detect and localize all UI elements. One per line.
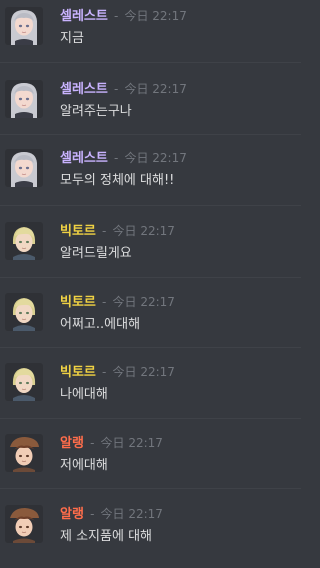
message-text: 제 소지품에 대해 (60, 529, 152, 544)
message-item: 알랭 - 今日 22:17 저에대해 (0, 427, 301, 497)
author-name[interactable]: 빅토르 (60, 365, 96, 380)
header-separator: - (113, 9, 119, 23)
header-separator: - (113, 151, 119, 165)
message-header: 셀레스트 - 今日 22:17 (60, 8, 187, 25)
message-text: 알려주는구나 (60, 104, 132, 119)
message-text: 저에대해 (60, 458, 108, 473)
celeste-avatar[interactable] (5, 149, 43, 187)
victor-avatar-icon (5, 363, 43, 401)
celeste-avatar[interactable] (5, 7, 43, 45)
alang-avatar[interactable] (5, 434, 43, 472)
message-item: 빅토르 - 今日 22:17 나에대해 (0, 356, 301, 426)
divider (0, 134, 301, 135)
message-item: 셀레스트 - 今日 22:17 지금 (0, 0, 301, 70)
header-separator: - (102, 365, 107, 379)
timestamp: 今日 22:17 (124, 9, 187, 23)
header-separator: - (102, 224, 107, 238)
message-text: 지금 (60, 31, 84, 46)
message-header: 빅토르 - 今日 22:17 (60, 294, 175, 311)
message-header: 빅토르 - 今日 22:17 (60, 364, 175, 381)
victor-avatar[interactable] (5, 293, 43, 331)
alang-avatar-icon (5, 505, 43, 543)
timestamp: 今日 22:17 (100, 436, 163, 450)
author-name[interactable]: 빅토르 (60, 295, 96, 310)
message-header: 셀레스트 - 今日 22:17 (60, 150, 187, 167)
divider (0, 205, 301, 206)
message-header: 빅토르 - 今日 22:17 (60, 223, 175, 240)
divider (0, 418, 301, 419)
divider (0, 488, 301, 489)
timestamp: 今日 22:17 (112, 224, 175, 238)
author-name[interactable]: 알랭 (60, 436, 84, 451)
timestamp: 今日 22:17 (112, 365, 175, 379)
celeste-avatar-icon (5, 7, 43, 45)
message-item: 빅토르 - 今日 22:17 어쩌고..에대해 (0, 286, 301, 356)
timestamp: 今日 22:17 (124, 151, 187, 165)
divider (0, 277, 301, 278)
celeste-avatar-icon (5, 149, 43, 187)
message-item: 빅토르 - 今日 22:17 알려드릴게요 (0, 215, 301, 285)
header-separator: - (102, 295, 107, 309)
alang-avatar-icon (5, 434, 43, 472)
divider (0, 347, 301, 348)
victor-avatar[interactable] (5, 222, 43, 260)
header-separator: - (90, 436, 95, 450)
message-text: 나에대해 (60, 387, 108, 402)
message-header: 알랭 - 今日 22:17 (60, 435, 163, 452)
message-item: 셀레스트 - 今日 22:17 모두의 정체에 대해!! (0, 142, 301, 212)
divider (0, 62, 301, 63)
message-text: 어쩌고..에대해 (60, 317, 141, 332)
message-header: 알랭 - 今日 22:17 (60, 506, 163, 523)
author-name[interactable]: 셀레스트 (60, 151, 108, 166)
victor-avatar-icon (5, 222, 43, 260)
timestamp: 今日 22:17 (100, 507, 163, 521)
timestamp: 今日 22:17 (124, 82, 187, 96)
message-text: 알려드릴게요 (60, 246, 132, 261)
message-header: 셀레스트 - 今日 22:17 (60, 81, 187, 98)
message-item: 셀레스트 - 今日 22:17 알려주는구나 (0, 73, 301, 143)
alang-avatar[interactable] (5, 505, 43, 543)
victor-avatar-icon (5, 293, 43, 331)
chat-log: 셀레스트 - 今日 22:17 지금 셀레스트 - 今日 22:17 알려주는구… (0, 0, 301, 558)
header-separator: - (90, 507, 95, 521)
celeste-avatar-icon (5, 80, 43, 118)
header-separator: - (113, 82, 119, 96)
message-text: 모두의 정체에 대해!! (60, 173, 175, 188)
author-name[interactable]: 알랭 (60, 507, 84, 522)
victor-avatar[interactable] (5, 363, 43, 401)
author-name[interactable]: 셀레스트 (60, 82, 108, 97)
timestamp: 今日 22:17 (112, 295, 175, 309)
author-name[interactable]: 빅토르 (60, 224, 96, 239)
author-name[interactable]: 셀레스트 (60, 9, 108, 24)
celeste-avatar[interactable] (5, 80, 43, 118)
